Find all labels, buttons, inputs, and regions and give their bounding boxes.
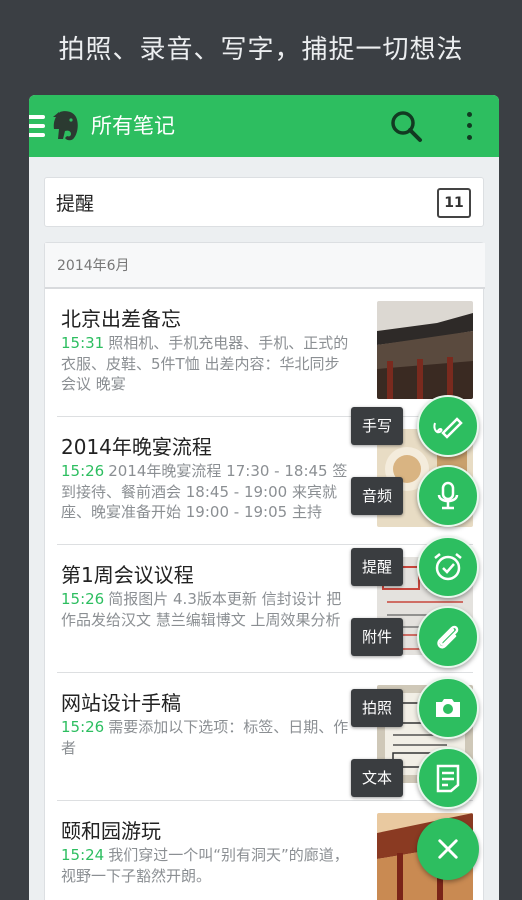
note-item[interactable]: 网站设计手稿 15:26 需要添加以下选项：标签、日期、作者 [57, 673, 473, 801]
reminder-fab-label[interactable]: 提醒 [351, 548, 403, 586]
note-snippet-text: 照相机、手机充电器、手机、正式的衣服、皮鞋、5件T恤 出差内容：华北同步会议 晚… [61, 334, 349, 393]
note-snippet-text: 需要添加以下选项：标签、日期、作者 [61, 718, 349, 757]
camera-button[interactable] [417, 677, 479, 739]
promo-banner: 拍照、录音、写字，捕捉一切想法 [58, 35, 464, 65]
camera-icon [436, 699, 460, 717]
note-title: 北京出差备忘 [61, 307, 181, 331]
note-snippet: 15:24 我们穿过一个叫“别有洞天”的廊道，视野一下子豁然开朗。 [61, 845, 351, 900]
more-vert-icon[interactable] [457, 109, 481, 143]
attachment-label[interactable]: 附件 [351, 618, 403, 656]
note-title: 2014年晚宴流程 [61, 435, 212, 459]
note-time: 15:31 [61, 334, 105, 352]
attachment-button[interactable] [417, 606, 479, 668]
audio-label[interactable]: 音频 [351, 477, 403, 515]
note-thumbnail [377, 301, 473, 399]
note-title: 第1周会议议程 [61, 563, 194, 587]
app-bar: 所有笔记 [29, 95, 499, 157]
note-snippet-text: 我们穿过一个叫“别有洞天”的廊道，视野一下子豁然开朗。 [61, 846, 349, 885]
handwriting-icon [433, 417, 463, 439]
paperclip-icon [437, 625, 459, 649]
text-note-button[interactable] [417, 747, 479, 809]
close-fab-button[interactable] [417, 818, 479, 880]
handwriting-button[interactable] [417, 395, 479, 457]
alarm-clock-icon [434, 553, 462, 581]
note-snippet: 15:26 简报图片 4.3版本更新 信封设计 把作品发给汉文 慧兰编辑博文 上周… [61, 589, 351, 651]
note-item[interactable]: 第1周会议议程 15:26 简报图片 4.3版本更新 信封设计 把作品发给汉文 慧… [57, 545, 473, 673]
note-time: 15:26 [61, 462, 105, 480]
text-note-icon [436, 764, 460, 793]
page-title: 所有笔记 [91, 114, 175, 138]
note-snippet: 15:31 照相机、手机充电器、手机、正式的衣服、皮鞋、5件T恤 出差内容：华北同… [61, 333, 351, 395]
note-snippet: 15:26 需要添加以下选项：标签、日期、作者 [61, 717, 351, 779]
month-header: 2014年6月 [45, 243, 485, 289]
handwriting-label[interactable]: 手写 [351, 407, 403, 445]
close-icon [438, 839, 458, 859]
microphone-icon [437, 481, 459, 510]
note-item[interactable]: 颐和园游玩 15:24 我们穿过一个叫“别有洞天”的廊道，视野一下子豁然开朗。 [57, 801, 473, 900]
reminder-count-badge: 11 [437, 188, 471, 218]
evernote-elephant-icon[interactable] [51, 109, 81, 143]
note-time: 15:26 [61, 718, 105, 736]
audio-button[interactable] [417, 465, 479, 527]
reminder-label: 提醒 [56, 192, 95, 215]
reminder-fab-button[interactable] [417, 536, 479, 598]
note-snippet: 15:26 2014年晚宴流程 17:30 - 18:45 签到接待、餐前酒会 1… [61, 461, 351, 523]
search-icon[interactable] [389, 109, 423, 143]
reminder-bar[interactable]: 提醒 11 [44, 177, 484, 227]
camera-label[interactable]: 拍照 [351, 689, 403, 727]
text-note-label[interactable]: 文本 [351, 759, 403, 797]
note-item[interactable]: 北京出差备忘 15:31 照相机、手机充电器、手机、正式的衣服、皮鞋、5件T恤 出… [57, 289, 473, 417]
note-item[interactable]: 2014年晚宴流程 15:26 2014年晚宴流程 17:30 - 18:45 签… [57, 417, 473, 545]
note-title: 网站设计手稿 [61, 691, 181, 715]
note-time: 15:24 [61, 846, 105, 864]
note-title: 颐和园游玩 [61, 819, 161, 843]
hamburger-icon[interactable] [29, 115, 45, 137]
note-time: 15:26 [61, 590, 105, 608]
